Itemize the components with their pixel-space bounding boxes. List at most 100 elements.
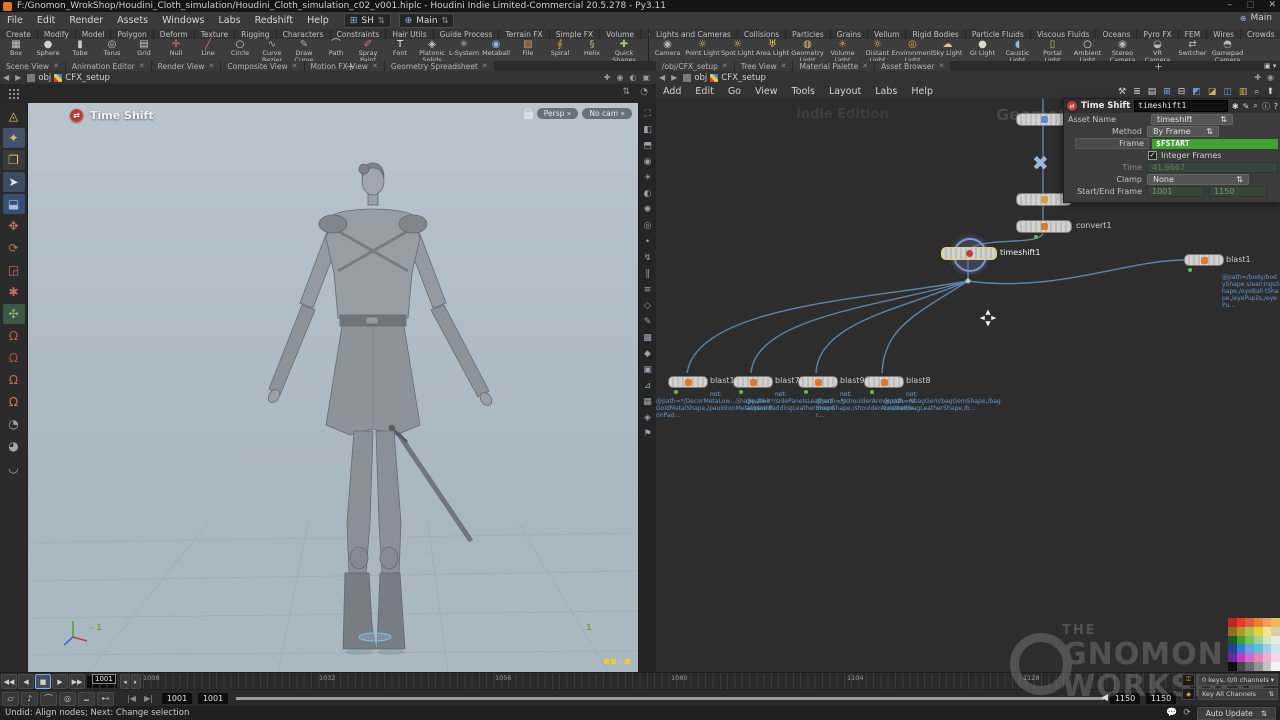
palette-swatch[interactable] <box>1254 662 1263 671</box>
sync-icon[interactable]: ◉ <box>1267 73 1274 82</box>
palette-swatch[interactable] <box>1245 653 1254 662</box>
shelf-tool[interactable]: ☀ Volume Light <box>825 40 860 62</box>
grid-view-icon[interactable]: ⊞ <box>1163 87 1171 97</box>
key-all-icon[interactable]: ◆ <box>1182 688 1195 700</box>
shelf-tab[interactable]: Constraints <box>331 29 387 39</box>
menu-item[interactable]: Edit <box>30 15 62 26</box>
breadcrumb-root[interactable]: obj <box>38 73 51 83</box>
palette-swatch[interactable] <box>1271 627 1280 636</box>
back-icon[interactable]: ◀ <box>3 73 9 82</box>
rewind-button[interactable]: ◀◀ <box>1 674 17 689</box>
range-end-icon[interactable]: ▶| <box>141 693 156 705</box>
shelf-tool[interactable]: ♅ Area Light <box>755 40 790 62</box>
shelf-tool[interactable]: ✛ Null <box>160 40 192 62</box>
close-tab-icon[interactable]: ✕ <box>781 62 787 70</box>
shelf-tab[interactable]: Lights and Cameras <box>650 29 738 39</box>
add-pane-tab-button[interactable]: ＋ <box>1148 61 1169 71</box>
shelf-set-selector[interactable]: ⊞ SH ⇅ <box>344 13 391 28</box>
shelf-tool[interactable]: § Helix <box>576 40 608 62</box>
search-icon[interactable]: ⌕ <box>1253 101 1257 111</box>
network-menu-item[interactable]: Labs <box>868 86 904 97</box>
shelf-tool[interactable]: ∿ Curve Bezier <box>256 40 288 62</box>
frame-value-field[interactable]: $FSTART <box>1152 139 1278 149</box>
keys-summary-dropdown[interactable]: 0 keys, 0/0 channels▾ <box>1198 674 1278 686</box>
shelf-tab[interactable]: Vellum <box>868 29 906 39</box>
shelf-tool[interactable]: ◉ Metaball <box>480 40 512 62</box>
shelf-tab[interactable]: Particles <box>786 29 831 39</box>
node-blast10[interactable] <box>668 376 708 388</box>
viewport-tool-icon[interactable]: Ω <box>3 348 25 368</box>
shelf-tab[interactable]: Grains <box>831 29 868 39</box>
shelf-tool[interactable]: ◉ Stereo Camera <box>1105 40 1140 62</box>
menu-item[interactable]: Windows <box>155 15 211 26</box>
display-option-icon[interactable]: ✎ <box>641 315 655 328</box>
main-desktop-selector[interactable]: ⊕ Main ⇅ <box>399 13 455 28</box>
display-option-icon[interactable]: ◐ <box>641 187 655 200</box>
sync-icon[interactable]: ◉ <box>616 73 623 82</box>
shelf-tool[interactable]: ✎ Draw Curve <box>288 40 320 62</box>
grid-handle-icon[interactable] <box>8 88 20 99</box>
shelf-tool[interactable]: ▯ Portal Light <box>1035 40 1070 62</box>
snapshot-icon[interactable]: ◩ <box>1192 87 1201 97</box>
shelf-tab[interactable]: Polygon <box>111 29 153 39</box>
shelf-tool[interactable]: ✚ Quick Shapes <box>608 40 640 62</box>
palette-swatch[interactable] <box>1245 644 1254 653</box>
shelf-tool[interactable]: ╱ Line <box>192 40 224 62</box>
shelf-tab[interactable]: Volume <box>600 29 641 39</box>
palette-swatch[interactable] <box>1271 662 1280 671</box>
shelf-tool[interactable]: ▨ File <box>512 40 544 62</box>
display-option-icon[interactable]: ◈ <box>641 411 655 424</box>
viewport-tool-icon[interactable]: ◔ <box>3 414 25 434</box>
viewport-tool-icon[interactable]: ◕ <box>3 436 25 456</box>
minimize-button[interactable]: – <box>1227 0 1232 10</box>
node-blast9[interactable] <box>798 376 838 388</box>
camera-select-button[interactable]: No cam » <box>582 108 632 119</box>
viewport-warning-icons[interactable] <box>604 659 630 664</box>
palette-swatch[interactable] <box>1237 627 1246 636</box>
shelf-tool[interactable]: ☼ Spot Light <box>720 40 755 62</box>
tempo-icon[interactable]: ⑉ <box>78 692 95 706</box>
display-option-icon[interactable]: ≡ <box>641 283 655 296</box>
node-name-field[interactable]: timeshift1 <box>1134 100 1228 112</box>
menu-item[interactable]: File <box>0 15 30 26</box>
message-log-icon[interactable]: 💬 <box>1166 708 1177 718</box>
shelf-tool[interactable]: ○ Ambient Light <box>1070 40 1105 62</box>
viewport-tool-icon[interactable]: ➤ <box>3 172 25 192</box>
pane-tab[interactable]: /obj/CFX_setup✕ <box>656 61 735 71</box>
shelf-tab[interactable]: Characters <box>277 29 331 39</box>
node-switch[interactable]: ✖ <box>1032 153 1049 173</box>
render-flag[interactable] <box>674 390 678 394</box>
pane-tab[interactable]: Material Palette✕ <box>793 61 875 71</box>
pane-tab[interactable]: Tree View✕ <box>735 61 794 71</box>
shelf-tool[interactable]: ● Sphere <box>32 40 64 62</box>
shelf-tool[interactable]: T Font <box>384 40 416 62</box>
snap-icon[interactable]: ⇅ <box>622 87 630 97</box>
shelf-tab[interactable]: Rigid Bodies <box>906 29 965 39</box>
palette-swatch[interactable] <box>1245 618 1254 627</box>
shelf-tab[interactable]: Particle Fluids <box>966 29 1031 39</box>
shelf-tool[interactable]: ◓ Gamepad Camera <box>1210 40 1245 62</box>
palette-swatch[interactable] <box>1254 644 1263 653</box>
pin-icon[interactable]: ✚ <box>1254 73 1261 82</box>
shelf-tool[interactable]: ● GI Light <box>965 40 1000 62</box>
viewport-tool-icon[interactable]: ✣ <box>3 304 25 324</box>
shelf-tab[interactable]: Wires <box>1207 29 1241 39</box>
network-menu-item[interactable]: View <box>748 86 785 97</box>
list-view-icon[interactable]: ⊟ <box>1178 87 1186 97</box>
viewport-tool-icon[interactable]: ◲ <box>3 260 25 280</box>
asset-name-dropdown[interactable]: timeshift⇅ <box>1151 114 1233 125</box>
display-option-icon[interactable]: ⛶ <box>641 107 655 120</box>
prev-frame-button[interactable]: ◀ <box>18 674 34 689</box>
viewport-tool-icon[interactable]: ✥ <box>3 216 25 236</box>
viewport-tool-icon[interactable]: ✱ <box>3 282 25 302</box>
method-dropdown[interactable]: By Frame⇅ <box>1147 126 1219 137</box>
node-convert[interactable] <box>1016 220 1072 233</box>
display-option-icon[interactable]: ↯ <box>641 251 655 264</box>
shelf-tab[interactable]: Rigging <box>235 29 276 39</box>
pin-icon[interactable]: ✚ <box>604 73 611 82</box>
palette-swatch[interactable] <box>1237 636 1246 645</box>
menu-item[interactable]: Render <box>62 15 110 26</box>
display-option-icon[interactable]: ◎ <box>641 219 655 232</box>
breadcrumb-node[interactable]: CFX_setup <box>721 73 766 83</box>
brush-icon[interactable]: ✎ <box>1243 102 1250 111</box>
